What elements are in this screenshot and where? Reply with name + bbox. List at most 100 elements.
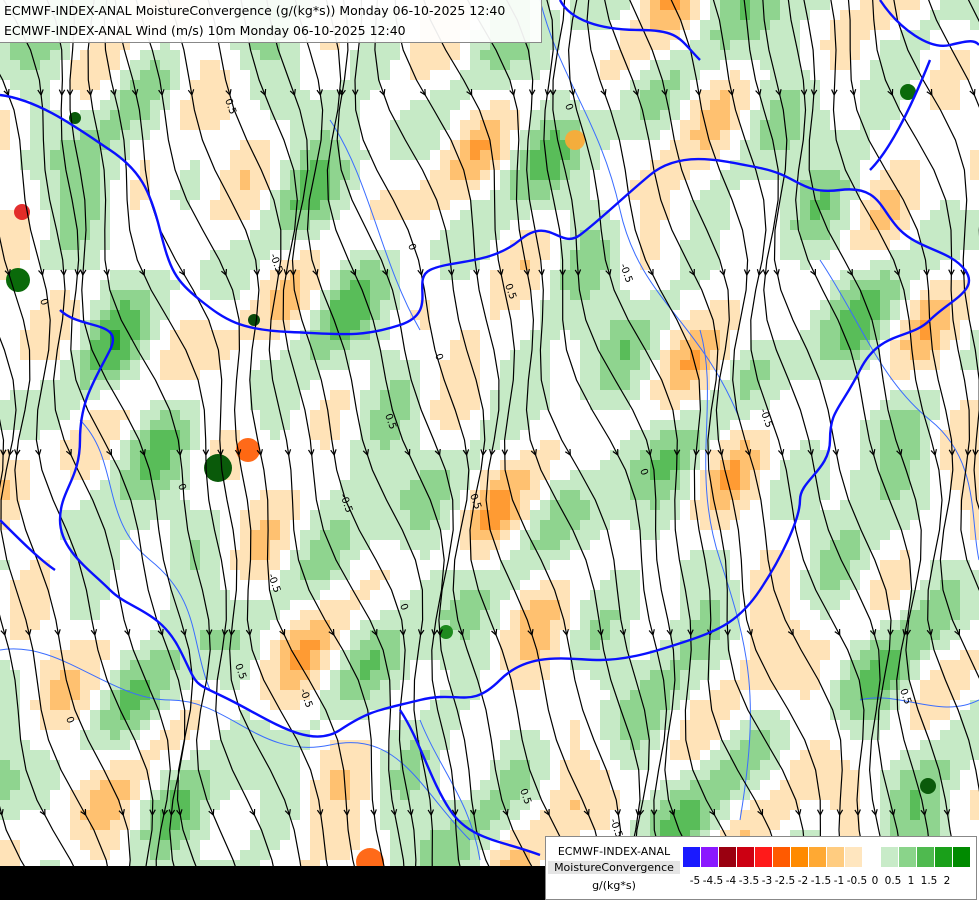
field-cell: [440, 330, 451, 341]
field-cell: [570, 430, 581, 441]
field-cell: [110, 230, 121, 241]
field-cell: [580, 40, 591, 51]
field-cell: [490, 490, 501, 501]
field-cell: [240, 280, 251, 291]
field-cell: [140, 70, 151, 81]
field-cell: [920, 110, 931, 121]
field-cell: [0, 330, 11, 341]
field-cell: [270, 80, 281, 91]
field-cell: [140, 440, 151, 451]
field-cell: [260, 290, 271, 301]
field-cell: [150, 280, 161, 291]
field-cell: [610, 50, 621, 61]
map-view[interactable]: 0 0.5 -0.5 0 0.5 -0.5 0 0.5 -0.5 0 0.5 -0.5 0 0.5 -0.5…: [0, 0, 979, 900]
field-cell: [190, 310, 201, 321]
field-cell: [440, 160, 451, 171]
field-cell: [160, 70, 171, 81]
field-cell: [620, 120, 631, 131]
field-cell: [910, 460, 921, 471]
field-cell: [770, 30, 781, 41]
field-cell: [280, 120, 291, 131]
field-cell: [470, 50, 481, 61]
field-cell: [210, 70, 221, 81]
field-cell: [550, 250, 561, 261]
field-cell: [690, 480, 701, 491]
field-cell: [410, 110, 421, 121]
field-cell: [210, 150, 221, 161]
field-cell: [280, 390, 291, 401]
field-cell: [640, 0, 651, 11]
field-cell: [30, 150, 41, 161]
field-cell: [290, 400, 301, 411]
field-cell: [870, 270, 881, 281]
field-cell: [420, 390, 431, 401]
field-cell: [850, 240, 861, 251]
field-cell: [70, 360, 81, 371]
field-cell: [200, 330, 211, 341]
field-cell: [640, 80, 651, 91]
field-cell: [100, 90, 111, 101]
field-cell: [690, 0, 701, 11]
field-cell: [920, 440, 931, 451]
field-cell: [470, 450, 481, 461]
field-cell: [700, 20, 711, 31]
field-cell: [150, 120, 161, 131]
field-cell: [220, 160, 231, 171]
field-cell: [810, 420, 821, 431]
field-cell: [950, 360, 961, 371]
field-cell: [670, 50, 681, 61]
field-cell: [160, 460, 171, 471]
field-cell: [100, 160, 111, 171]
field-cell: [690, 60, 701, 71]
field-cell: [510, 210, 521, 221]
field-cell: [370, 90, 381, 101]
field-cell: [190, 230, 201, 241]
field-cell: [660, 430, 671, 441]
field-cell: [520, 500, 531, 511]
field-cell: [320, 250, 331, 261]
field-cell: [330, 200, 341, 211]
field-cell: [0, 460, 11, 471]
field-cell: [750, 300, 761, 311]
field-cell: [510, 350, 521, 361]
field-cell: [500, 140, 511, 151]
field-cell: [70, 240, 81, 251]
field-cell: [690, 240, 701, 251]
field-cell: [520, 350, 531, 361]
field-cell: [220, 290, 231, 301]
field-cell: [850, 120, 861, 131]
field-cell: [400, 100, 411, 111]
field-cell: [440, 490, 451, 501]
field-cell: [860, 100, 871, 111]
field-cell: [130, 450, 141, 461]
field-cell: [680, 490, 691, 501]
field-cell: [920, 390, 931, 401]
field-cell: [200, 50, 211, 61]
field-cell: [260, 280, 271, 291]
field-cell: [10, 80, 21, 91]
field-cell: [180, 120, 191, 131]
field-cell: [740, 330, 751, 341]
field-cell: [540, 460, 551, 471]
field-cell: [910, 20, 921, 31]
field-cell: [350, 340, 361, 351]
field-cell: [300, 500, 311, 511]
field-cell: [680, 140, 691, 151]
field-cell: [350, 140, 361, 151]
field-cell: [190, 70, 201, 81]
field-cell: [460, 270, 471, 281]
field-cell: [360, 90, 371, 101]
field-cell: [800, 210, 811, 221]
field-cell: [320, 500, 331, 511]
field-cell: [280, 230, 291, 241]
field-cell: [0, 50, 11, 61]
field-cell: [60, 400, 71, 411]
field-cell: [140, 480, 151, 491]
field-cell: [500, 200, 511, 211]
field-cell: [10, 70, 21, 81]
field-cell: [760, 470, 771, 481]
field-cell: [270, 70, 281, 81]
field-cell: [170, 60, 181, 71]
field-cell: [260, 260, 271, 271]
field-cell: [490, 440, 501, 451]
